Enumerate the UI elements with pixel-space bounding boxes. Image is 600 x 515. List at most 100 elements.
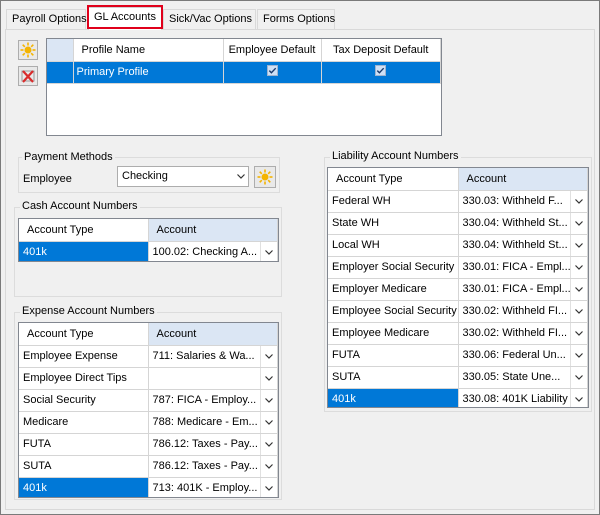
chevron-down-icon[interactable] <box>260 433 277 454</box>
tab-forms-options[interactable]: Forms Options <box>257 9 335 29</box>
chevron-down-icon[interactable] <box>260 367 277 388</box>
chevron-down-icon[interactable] <box>260 411 277 432</box>
account-type-cell[interactable]: FUTA <box>19 433 149 456</box>
account-select[interactable]: 330.05: State Une... <box>458 366 588 389</box>
account-value: 711: Salaries & Wa... <box>152 350 255 362</box>
profile-name[interactable]: Primary Profile <box>73 61 224 84</box>
account-type-cell[interactable]: 401k <box>19 241 149 261</box>
account-select[interactable]: 330.01: FICA - Empl... <box>458 256 588 279</box>
account-select[interactable]: 330.06: Federal Un... <box>458 344 588 367</box>
account-select[interactable]: 786.12: Taxes - Pay... <box>148 455 278 478</box>
chevron-down-icon[interactable] <box>570 278 587 299</box>
profiles-grid: Profile Name Employee Default Tax Deposi… <box>46 38 442 136</box>
table-row[interactable]: 401k 713: 401K - Employ... <box>19 477 278 497</box>
table-row[interactable]: Medicare 788: Medicare - Em... <box>19 411 278 434</box>
row-selector[interactable] <box>47 61 74 84</box>
chevron-down-icon[interactable] <box>570 366 587 387</box>
account-type-cell[interactable]: Social Security <box>19 389 149 412</box>
table-row[interactable]: Employee Direct Tips <box>19 367 278 390</box>
table-row[interactable]: 401k 330.08: 401K Liability <box>328 388 588 407</box>
employee-default-checkbox[interactable] <box>223 61 322 84</box>
checkmark-icon <box>375 65 387 76</box>
header-row: Account Type Account <box>19 219 278 242</box>
account-type-cell[interactable]: State WH <box>328 212 459 235</box>
table-row[interactable]: Federal WH 330.03: Withheld F... <box>328 190 588 213</box>
table-row[interactable]: Local WH 330.04: Withheld St... <box>328 234 588 257</box>
chevron-down-icon[interactable] <box>570 190 587 211</box>
account-select[interactable]: 100.02: Checking A... <box>148 241 278 261</box>
column-header: Account Type <box>328 168 459 191</box>
account-select[interactable]: 713: 401K - Employ... <box>148 477 278 497</box>
account-select[interactable]: 788: Medicare - Em... <box>148 411 278 434</box>
chevron-down-icon[interactable] <box>260 389 277 410</box>
account-value: 330.04: Withheld St... <box>462 239 568 251</box>
chevron-down-icon[interactable] <box>570 256 587 277</box>
table-row[interactable]: FUTA 330.06: Federal Un... <box>328 344 588 367</box>
account-value: 330.01: FICA - Empl... <box>462 283 571 295</box>
chevron-down-icon[interactable] <box>260 455 277 476</box>
payment-method-select[interactable]: Checking <box>117 166 249 187</box>
add-payment-method-button[interactable] <box>254 166 276 188</box>
account-type-cell[interactable]: Local WH <box>328 234 459 257</box>
account-type-cell[interactable]: SUTA <box>328 366 459 389</box>
employee-label: Employee <box>23 173 72 185</box>
account-select[interactable]: 787: FICA - Employ... <box>148 389 278 412</box>
liability-accounts-grid: Account Type Account Federal WH 330.03: W… <box>327 167 589 408</box>
chevron-down-icon[interactable] <box>570 212 587 233</box>
header-row: Account Type Account <box>328 168 588 191</box>
table-row[interactable]: SUTA 786.12: Taxes - Pay... <box>19 455 278 478</box>
checkmark-icon <box>266 65 278 76</box>
account-type-cell[interactable]: FUTA <box>328 344 459 367</box>
profile-row[interactable]: Primary Profile <box>47 61 441 84</box>
payment-methods-title: Payment Methods <box>22 151 115 163</box>
cash-accounts-title: Cash Account Numbers <box>20 200 140 212</box>
table-row[interactable]: FUTA 786.12: Taxes - Pay... <box>19 433 278 456</box>
account-type-cell[interactable]: Employee Expense <box>19 345 149 368</box>
chevron-down-icon[interactable] <box>260 241 277 261</box>
table-row[interactable]: SUTA 330.05: State Une... <box>328 366 588 389</box>
table-row[interactable]: Employer Social Security 330.01: FICA - E… <box>328 256 588 279</box>
chevron-down-icon[interactable] <box>570 388 587 407</box>
account-select[interactable]: 330.04: Withheld St... <box>458 234 588 257</box>
account-type-cell[interactable]: Employee Direct Tips <box>19 367 149 390</box>
account-select[interactable]: 330.03: Withheld F... <box>458 190 588 213</box>
account-select[interactable]: 330.04: Withheld St... <box>458 212 588 235</box>
tab-payroll-options[interactable]: Payroll Options <box>6 9 87 29</box>
chevron-down-icon[interactable] <box>570 300 587 321</box>
add-profile-button[interactable] <box>18 40 38 60</box>
cash-accounts-grid: Account Type Account 401k 100.02: Checki… <box>18 218 279 262</box>
table-row[interactable]: Social Security 787: FICA - Employ... <box>19 389 278 412</box>
account-select[interactable]: 330.01: FICA - Empl... <box>458 278 588 301</box>
account-type-cell[interactable]: 401k <box>19 477 149 497</box>
chevron-down-icon[interactable] <box>260 477 277 497</box>
tax-deposit-default-checkbox[interactable] <box>321 61 441 84</box>
account-select[interactable] <box>148 367 278 390</box>
chevron-down-icon[interactable] <box>570 322 587 343</box>
chevron-down-icon[interactable] <box>570 234 587 255</box>
chevron-down-icon[interactable] <box>260 345 277 366</box>
tab-sick-vac-options[interactable]: Sick/Vac Options <box>163 9 256 29</box>
column-header: Account <box>458 168 588 191</box>
table-row[interactable]: Employee Expense 711: Salaries & Wa... <box>19 345 278 368</box>
table-row[interactable]: State WH 330.04: Withheld St... <box>328 212 588 235</box>
account-type-cell[interactable]: Employer Social Security <box>328 256 459 279</box>
table-row[interactable]: Employee Social Security 330.02: Withheld… <box>328 300 588 323</box>
account-select[interactable]: 330.08: 401K Liability <box>458 388 588 407</box>
account-type-cell[interactable]: Employee Medicare <box>328 322 459 345</box>
account-select[interactable]: 786.12: Taxes - Pay... <box>148 433 278 456</box>
account-select[interactable]: 330.02: Withheld FI... <box>458 322 588 345</box>
account-type-cell[interactable]: SUTA <box>19 455 149 478</box>
account-type-cell[interactable]: Federal WH <box>328 190 459 213</box>
account-type-cell[interactable]: Employee Social Security <box>328 300 459 323</box>
account-type-cell[interactable]: Medicare <box>19 411 149 434</box>
account-type-cell[interactable]: Employer Medicare <box>328 278 459 301</box>
account-select[interactable]: 330.02: Withheld FI... <box>458 300 588 323</box>
account-type-cell[interactable]: 401k <box>328 388 459 407</box>
tab-gl-accounts[interactable]: GL Accounts <box>88 7 162 30</box>
account-select[interactable]: 711: Salaries & Wa... <box>148 345 278 368</box>
chevron-down-icon[interactable] <box>570 344 587 365</box>
table-row[interactable]: Employee Medicare 330.02: Withheld FI... <box>328 322 588 345</box>
table-row[interactable]: Employer Medicare 330.01: FICA - Empl... <box>328 278 588 301</box>
table-row[interactable]: 401k 100.02: Checking A... <box>19 241 278 261</box>
delete-profile-button[interactable] <box>18 66 38 86</box>
